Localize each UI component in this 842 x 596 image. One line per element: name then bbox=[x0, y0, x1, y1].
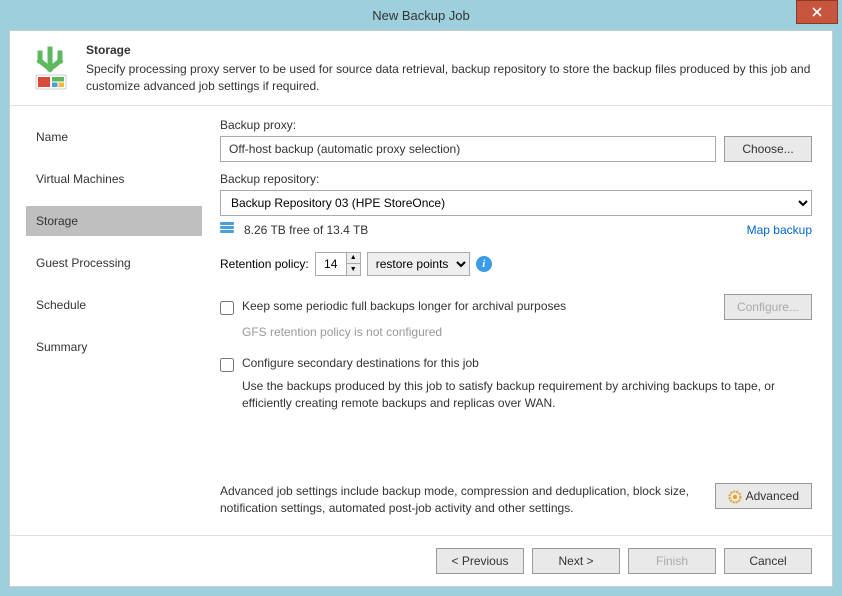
sidebar-item-name[interactable]: Name bbox=[26, 122, 202, 152]
free-space-text: 8.26 TB free of 13.4 TB bbox=[244, 223, 747, 237]
retention-label: Retention policy: bbox=[220, 257, 309, 271]
dialog-window: New Backup Job Storage Specify processin… bbox=[0, 0, 842, 596]
secondary-label: Configure secondary destinations for thi… bbox=[242, 356, 812, 370]
close-icon bbox=[812, 7, 822, 17]
map-backup-link[interactable]: Map backup bbox=[747, 223, 812, 237]
page-title: Storage bbox=[86, 43, 816, 57]
proxy-input[interactable] bbox=[220, 136, 716, 162]
spinner-down[interactable]: ▼ bbox=[347, 264, 360, 275]
sidebar-item-virtual-machines[interactable]: Virtual Machines bbox=[26, 164, 202, 194]
disk-icon bbox=[220, 222, 236, 238]
wizard-footer: < Previous Next > Finish Cancel bbox=[10, 535, 832, 586]
wizard-sidebar: Name Virtual Machines Storage Guest Proc… bbox=[10, 106, 210, 535]
proxy-label: Backup proxy: bbox=[220, 118, 812, 132]
titlebar: New Backup Job bbox=[0, 0, 842, 30]
gear-icon bbox=[728, 490, 742, 504]
sidebar-item-summary[interactable]: Summary bbox=[26, 332, 202, 362]
header-text: Storage Specify processing proxy server … bbox=[86, 43, 816, 95]
info-icon[interactable]: i bbox=[476, 256, 492, 272]
advanced-button[interactable]: Advanced bbox=[715, 483, 812, 509]
page-description: Specify processing proxy server to be us… bbox=[86, 61, 816, 95]
sidebar-item-schedule[interactable]: Schedule bbox=[26, 290, 202, 320]
close-button[interactable] bbox=[796, 0, 838, 24]
cancel-button[interactable]: Cancel bbox=[724, 548, 812, 574]
window-title: New Backup Job bbox=[0, 8, 842, 23]
configure-button: Configure... bbox=[724, 294, 812, 320]
body: Name Virtual Machines Storage Guest Proc… bbox=[10, 106, 832, 535]
repo-select[interactable]: Backup Repository 03 (HPE StoreOnce) bbox=[220, 190, 812, 216]
main-panel: Backup proxy: Choose... Backup repositor… bbox=[210, 106, 832, 535]
storage-icon bbox=[26, 43, 74, 91]
retention-row: Retention policy: ▲ ▼ restore points i bbox=[220, 252, 812, 276]
spinner-up[interactable]: ▲ bbox=[347, 253, 360, 265]
content-panel: Storage Specify processing proxy server … bbox=[9, 30, 833, 587]
secondary-checkbox[interactable] bbox=[220, 358, 234, 372]
sidebar-item-guest-processing[interactable]: Guest Processing bbox=[26, 248, 202, 278]
gfs-note: GFS retention policy is not configured bbox=[242, 324, 812, 341]
keep-full-label: Keep some periodic full backups longer f… bbox=[242, 299, 724, 313]
free-space-row: 8.26 TB free of 13.4 TB Map backup bbox=[220, 222, 812, 238]
repo-label: Backup repository: bbox=[220, 172, 812, 186]
finish-button: Finish bbox=[628, 548, 716, 574]
page-header: Storage Specify processing proxy server … bbox=[10, 31, 832, 106]
advanced-desc: Advanced job settings include backup mod… bbox=[220, 483, 705, 517]
retention-unit-select[interactable]: restore points bbox=[367, 252, 470, 276]
secondary-desc: Use the backups produced by this job to … bbox=[242, 378, 812, 412]
retention-spinner[interactable]: ▲ ▼ bbox=[315, 252, 361, 276]
previous-button[interactable]: < Previous bbox=[436, 548, 524, 574]
retention-value-input[interactable] bbox=[316, 253, 346, 275]
next-button[interactable]: Next > bbox=[532, 548, 620, 574]
sidebar-item-storage[interactable]: Storage bbox=[26, 206, 202, 236]
choose-button[interactable]: Choose... bbox=[724, 136, 812, 162]
advanced-row: Advanced job settings include backup mod… bbox=[220, 483, 812, 517]
keep-full-checkbox[interactable] bbox=[220, 301, 234, 315]
